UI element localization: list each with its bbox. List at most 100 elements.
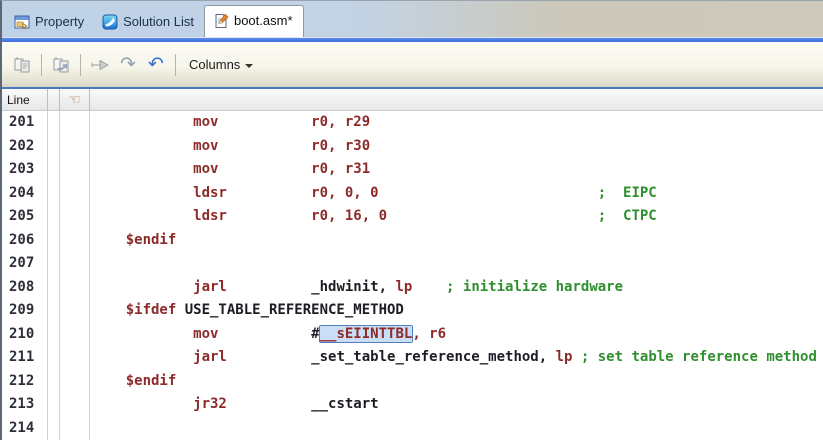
code-text: ldsr r0, 0, 0 ; EIPC	[92, 184, 657, 201]
document-sync-button[interactable]	[47, 51, 75, 79]
address-column-header: ☜	[60, 89, 90, 110]
code-line[interactable]: 203 mov r0, r31	[2, 158, 823, 182]
line-number: 214	[2, 416, 48, 440]
tab-label: Solution List	[123, 14, 194, 29]
tab-property[interactable]: Property	[6, 8, 94, 37]
marker-gutter[interactable]	[48, 322, 60, 346]
code-text: jarl _set_table_reference_method, lp ; s…	[92, 349, 817, 365]
address-gutter[interactable]	[60, 252, 90, 276]
line-number: 207	[2, 252, 48, 276]
address-gutter[interactable]	[60, 228, 90, 252]
marker-gutter[interactable]	[48, 369, 60, 393]
forward-button[interactable]	[86, 51, 114, 79]
line-number: 206	[2, 228, 48, 252]
code-text: $ifdef USE_TABLE_REFERENCE_METHOD	[92, 302, 404, 318]
address-gutter[interactable]	[60, 393, 90, 417]
code-line[interactable]: 209 $ifdef USE_TABLE_REFERENCE_METHOD	[2, 299, 823, 323]
code-line[interactable]: 201 mov r0, r29	[2, 111, 823, 135]
document-compare-button[interactable]	[8, 51, 36, 79]
tab-label: Property	[35, 14, 85, 29]
line-number: 211	[2, 346, 48, 370]
code-text: ldsr r0, 16, 0 ; CTPC	[92, 208, 657, 224]
code-line[interactable]: 211 jarl _set_table_reference_method, lp…	[2, 346, 823, 370]
marker-gutter[interactable]	[48, 393, 60, 417]
marker-gutter[interactable]	[48, 299, 60, 323]
code-line[interactable]: 204 ldsr r0, 0, 0 ; EIPC	[2, 181, 823, 205]
code-line[interactable]: 208 jarl _hdwinit, lp ; initialize hardw…	[2, 275, 823, 299]
address-gutter[interactable]	[60, 205, 90, 229]
code-text: jarl _hdwinit, lp ; initialize hardware	[92, 278, 624, 295]
line-number: 201	[2, 111, 48, 135]
line-number: 210	[2, 322, 48, 346]
marker-gutter[interactable]	[48, 158, 60, 182]
forward-arrow-icon	[89, 56, 111, 74]
line-number: 212	[2, 369, 48, 393]
code-line[interactable]: 213 jr32 __cstart	[2, 393, 823, 417]
editor-toolbar: ↷ ↶ Columns	[2, 42, 823, 87]
tab-label: boot.asm*	[233, 13, 293, 28]
line-number: 204	[2, 181, 48, 205]
address-gutter[interactable]	[60, 111, 90, 135]
code-area[interactable]: 201 mov r0, r29 202 mov r0, r30 203 mov r0…	[2, 111, 823, 440]
toolbar-separator	[80, 53, 81, 76]
editor-column-header: Line ☜	[2, 89, 823, 111]
address-gutter[interactable]	[60, 369, 90, 393]
solution-list-icon	[102, 14, 118, 30]
code-text: $endif	[92, 372, 177, 389]
address-gutter[interactable]	[60, 158, 90, 182]
address-gutter[interactable]	[60, 346, 90, 370]
code-column-header	[90, 89, 823, 110]
line-number: 209	[2, 299, 48, 323]
columns-dropdown[interactable]: Columns	[181, 53, 261, 76]
code-text: mov r0, r30	[92, 137, 371, 154]
line-number: 208	[2, 275, 48, 299]
address-gutter[interactable]	[60, 134, 90, 158]
code-line[interactable]: 210 mov #__sEIINTTBL, r6	[2, 322, 823, 346]
code-line[interactable]: 202 mov r0, r30	[2, 134, 823, 158]
tab-solution-list[interactable]: Solution List	[94, 8, 204, 37]
code-text: mov #__sEIINTTBL, r6	[92, 325, 447, 342]
tab-boot-asm[interactable]: boot.asm*	[203, 5, 304, 37]
marker-gutter[interactable]	[48, 111, 60, 135]
undo-button[interactable]: ↶	[142, 51, 170, 79]
code-line[interactable]: 212 $endif	[2, 369, 823, 393]
redo-button[interactable]: ↷	[114, 51, 142, 79]
line-number: 203	[2, 158, 48, 182]
line-number: 202	[2, 134, 48, 158]
undo-icon: ↶	[148, 53, 164, 75]
editor-window: Property Solution List boot.asm* ↷ ↶ Col…	[0, 0, 823, 440]
toolbar-separator	[41, 53, 42, 76]
document-pair-icon	[12, 55, 32, 75]
marker-gutter[interactable]	[48, 252, 60, 276]
address-gutter[interactable]	[60, 322, 90, 346]
marker-gutter[interactable]	[48, 205, 60, 229]
marker-column-header	[48, 89, 60, 110]
address-gutter[interactable]	[60, 275, 90, 299]
pointing-hand-icon: ☜	[68, 91, 81, 108]
code-text: mov r0, r31	[92, 161, 371, 177]
selected-text: __sEIINTTBL	[319, 325, 413, 342]
marker-gutter[interactable]	[48, 275, 60, 299]
line-number: 213	[2, 393, 48, 417]
marker-gutter[interactable]	[48, 181, 60, 205]
marker-gutter[interactable]	[48, 416, 60, 440]
address-gutter[interactable]	[60, 299, 90, 323]
line-number: 205	[2, 205, 48, 229]
marker-gutter[interactable]	[48, 346, 60, 370]
address-gutter[interactable]	[60, 416, 90, 440]
property-window-icon	[14, 14, 30, 30]
document-tab-bar: Property Solution List boot.asm*	[2, 1, 823, 37]
document-pair-arrow-icon	[51, 55, 71, 75]
marker-gutter[interactable]	[48, 228, 60, 252]
redo-icon: ↷	[120, 53, 136, 75]
address-gutter[interactable]	[60, 181, 90, 205]
document-edit-icon	[213, 13, 229, 29]
code-text: jr32 __cstart	[92, 396, 379, 412]
code-line[interactable]: 206 $endif	[2, 228, 823, 252]
code-line[interactable]: 207	[2, 252, 823, 276]
marker-gutter[interactable]	[48, 134, 60, 158]
code-line[interactable]: 214	[2, 416, 823, 440]
code-line[interactable]: 205 ldsr r0, 16, 0 ; CTPC	[2, 205, 823, 229]
